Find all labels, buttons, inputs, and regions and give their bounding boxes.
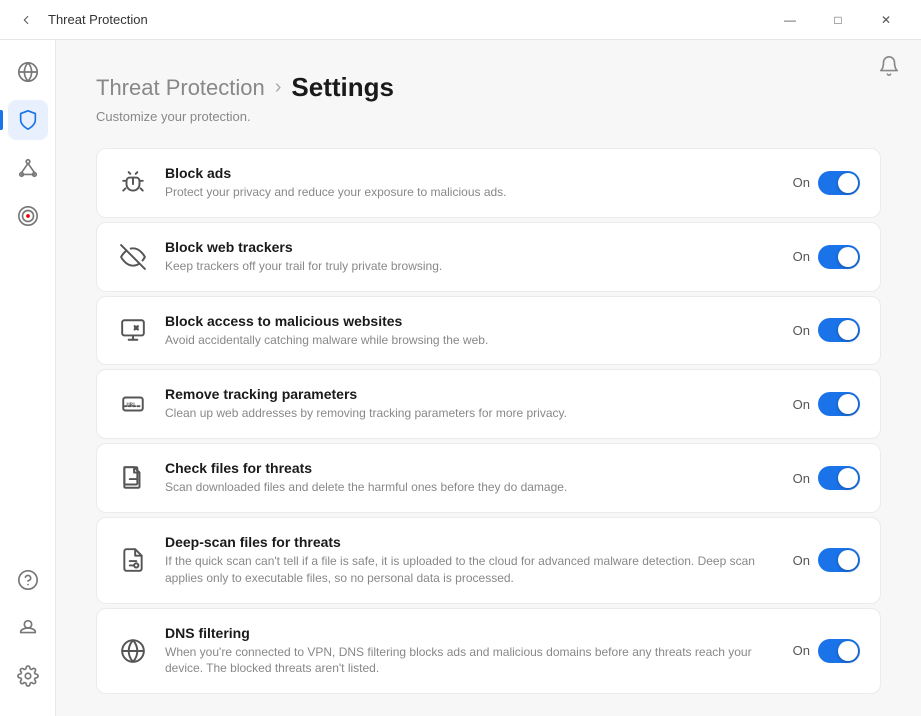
- setting-card-block-trackers: Block web trackers Keep trackers off you…: [96, 222, 881, 292]
- setting-card-block-ads: Block ads Protect your privacy and reduc…: [96, 148, 881, 218]
- setting-status-check-files: On: [793, 471, 810, 486]
- setting-card-block-malicious: Block access to malicious websites Avoid…: [96, 296, 881, 366]
- toggle-deep-scan[interactable]: [818, 548, 860, 572]
- setting-desc-deep-scan: If the quick scan can't tell if a file i…: [165, 553, 777, 587]
- setting-desc-block-ads: Protect your privacy and reduce your exp…: [165, 184, 777, 201]
- file-deep-icon: [117, 544, 149, 576]
- setting-info-remove-tracking: Remove tracking parameters Clean up web …: [165, 386, 777, 422]
- setting-info-block-malicious: Block access to malicious websites Avoid…: [165, 313, 777, 349]
- breadcrumb-separator: ›: [275, 76, 282, 99]
- breadcrumb-parent: Threat Protection: [96, 75, 265, 101]
- toggle-block-malicious[interactable]: [818, 318, 860, 342]
- toggle-knob-check-files: [838, 468, 858, 488]
- setting-control-check-files: On: [793, 466, 860, 490]
- setting-status-deep-scan: On: [793, 553, 810, 568]
- setting-status-dns-filtering: On: [793, 643, 810, 658]
- setting-card-remove-tracking: URL Remove tracking parameters Clean up …: [96, 369, 881, 439]
- toggle-check-files[interactable]: [818, 466, 860, 490]
- toggle-knob-remove-tracking: [838, 394, 858, 414]
- setting-card-deep-scan: Deep-scan files for threats If the quick…: [96, 517, 881, 604]
- minimize-button[interactable]: —: [767, 5, 813, 35]
- sidebar: [0, 40, 56, 716]
- notification-bell-button[interactable]: [873, 50, 905, 82]
- main-content: Threat Protection › Settings Customize y…: [56, 40, 921, 716]
- window-controls: — □ ✕: [767, 5, 909, 35]
- setting-title-remove-tracking: Remove tracking parameters: [165, 386, 777, 402]
- page-subtitle: Customize your protection.: [96, 109, 881, 124]
- setting-info-deep-scan: Deep-scan files for threats If the quick…: [165, 534, 777, 587]
- bug-icon: [117, 167, 149, 199]
- setting-title-dns-filtering: DNS filtering: [165, 625, 777, 641]
- setting-info-block-ads: Block ads Protect your privacy and reduc…: [165, 165, 777, 201]
- setting-control-block-trackers: On: [793, 245, 860, 269]
- maximize-button[interactable]: □: [815, 5, 861, 35]
- back-button[interactable]: [12, 6, 40, 34]
- sidebar-item-help[interactable]: [8, 560, 48, 600]
- setting-control-block-ads: On: [793, 171, 860, 195]
- sidebar-item-settings[interactable]: [8, 656, 48, 696]
- eye-off-icon: [117, 241, 149, 273]
- setting-desc-remove-tracking: Clean up web addresses by removing track…: [165, 405, 777, 422]
- setting-title-check-files: Check files for threats: [165, 460, 777, 476]
- setting-card-check-files: Check files for threats Scan downloaded …: [96, 443, 881, 513]
- title-bar: Threat Protection — □ ✕: [0, 0, 921, 40]
- setting-title-deep-scan: Deep-scan files for threats: [165, 534, 777, 550]
- setting-control-dns-filtering: On: [793, 639, 860, 663]
- setting-status-remove-tracking: On: [793, 397, 810, 412]
- setting-info-dns-filtering: DNS filtering When you're connected to V…: [165, 625, 777, 678]
- globe-filter-icon: [117, 635, 149, 667]
- setting-control-block-malicious: On: [793, 318, 860, 342]
- sidebar-item-mesh[interactable]: [8, 148, 48, 188]
- setting-desc-check-files: Scan downloaded files and delete the har…: [165, 479, 777, 496]
- close-button[interactable]: ✕: [863, 5, 909, 35]
- toggle-knob-block-malicious: [838, 320, 858, 340]
- sidebar-item-target[interactable]: [8, 196, 48, 236]
- monitor-x-icon: [117, 314, 149, 346]
- setting-title-block-trackers: Block web trackers: [165, 239, 777, 255]
- sidebar-bottom: [8, 560, 48, 704]
- setting-info-block-trackers: Block web trackers Keep trackers off you…: [165, 239, 777, 275]
- file-scan-icon: [117, 462, 149, 494]
- setting-title-block-ads: Block ads: [165, 165, 777, 181]
- sidebar-item-shield[interactable]: [8, 100, 48, 140]
- settings-list: Block ads Protect your privacy and reduc…: [96, 148, 881, 694]
- page-header: Threat Protection › Settings Customize y…: [96, 72, 881, 124]
- setting-title-block-malicious: Block access to malicious websites: [165, 313, 777, 329]
- app-layout: Threat Protection › Settings Customize y…: [0, 40, 921, 716]
- setting-info-check-files: Check files for threats Scan downloaded …: [165, 460, 777, 496]
- toggle-block-ads[interactable]: [818, 171, 860, 195]
- setting-card-dns-filtering: DNS filtering When you're connected to V…: [96, 608, 881, 695]
- toggle-knob-block-trackers: [838, 247, 858, 267]
- toggle-knob-deep-scan: [838, 550, 858, 570]
- url-clean-icon: URL: [117, 388, 149, 420]
- breadcrumb: Threat Protection › Settings: [96, 72, 881, 103]
- setting-control-deep-scan: On: [793, 548, 860, 572]
- toggle-remove-tracking[interactable]: [818, 392, 860, 416]
- setting-status-block-ads: On: [793, 175, 810, 190]
- window-title: Threat Protection: [48, 12, 767, 27]
- setting-desc-dns-filtering: When you're connected to VPN, DNS filter…: [165, 644, 777, 678]
- setting-control-remove-tracking: On: [793, 392, 860, 416]
- toggle-block-trackers[interactable]: [818, 245, 860, 269]
- setting-status-block-trackers: On: [793, 249, 810, 264]
- setting-desc-block-malicious: Avoid accidentally catching malware whil…: [165, 332, 777, 349]
- toggle-knob-block-ads: [838, 173, 858, 193]
- sidebar-item-home[interactable]: [8, 608, 48, 648]
- toggle-dns-filtering[interactable]: [818, 639, 860, 663]
- toggle-knob-dns-filtering: [838, 641, 858, 661]
- setting-desc-block-trackers: Keep trackers off your trail for truly p…: [165, 258, 777, 275]
- sidebar-item-globe[interactable]: [8, 52, 48, 92]
- page-title: Settings: [291, 72, 394, 103]
- setting-status-block-malicious: On: [793, 323, 810, 338]
